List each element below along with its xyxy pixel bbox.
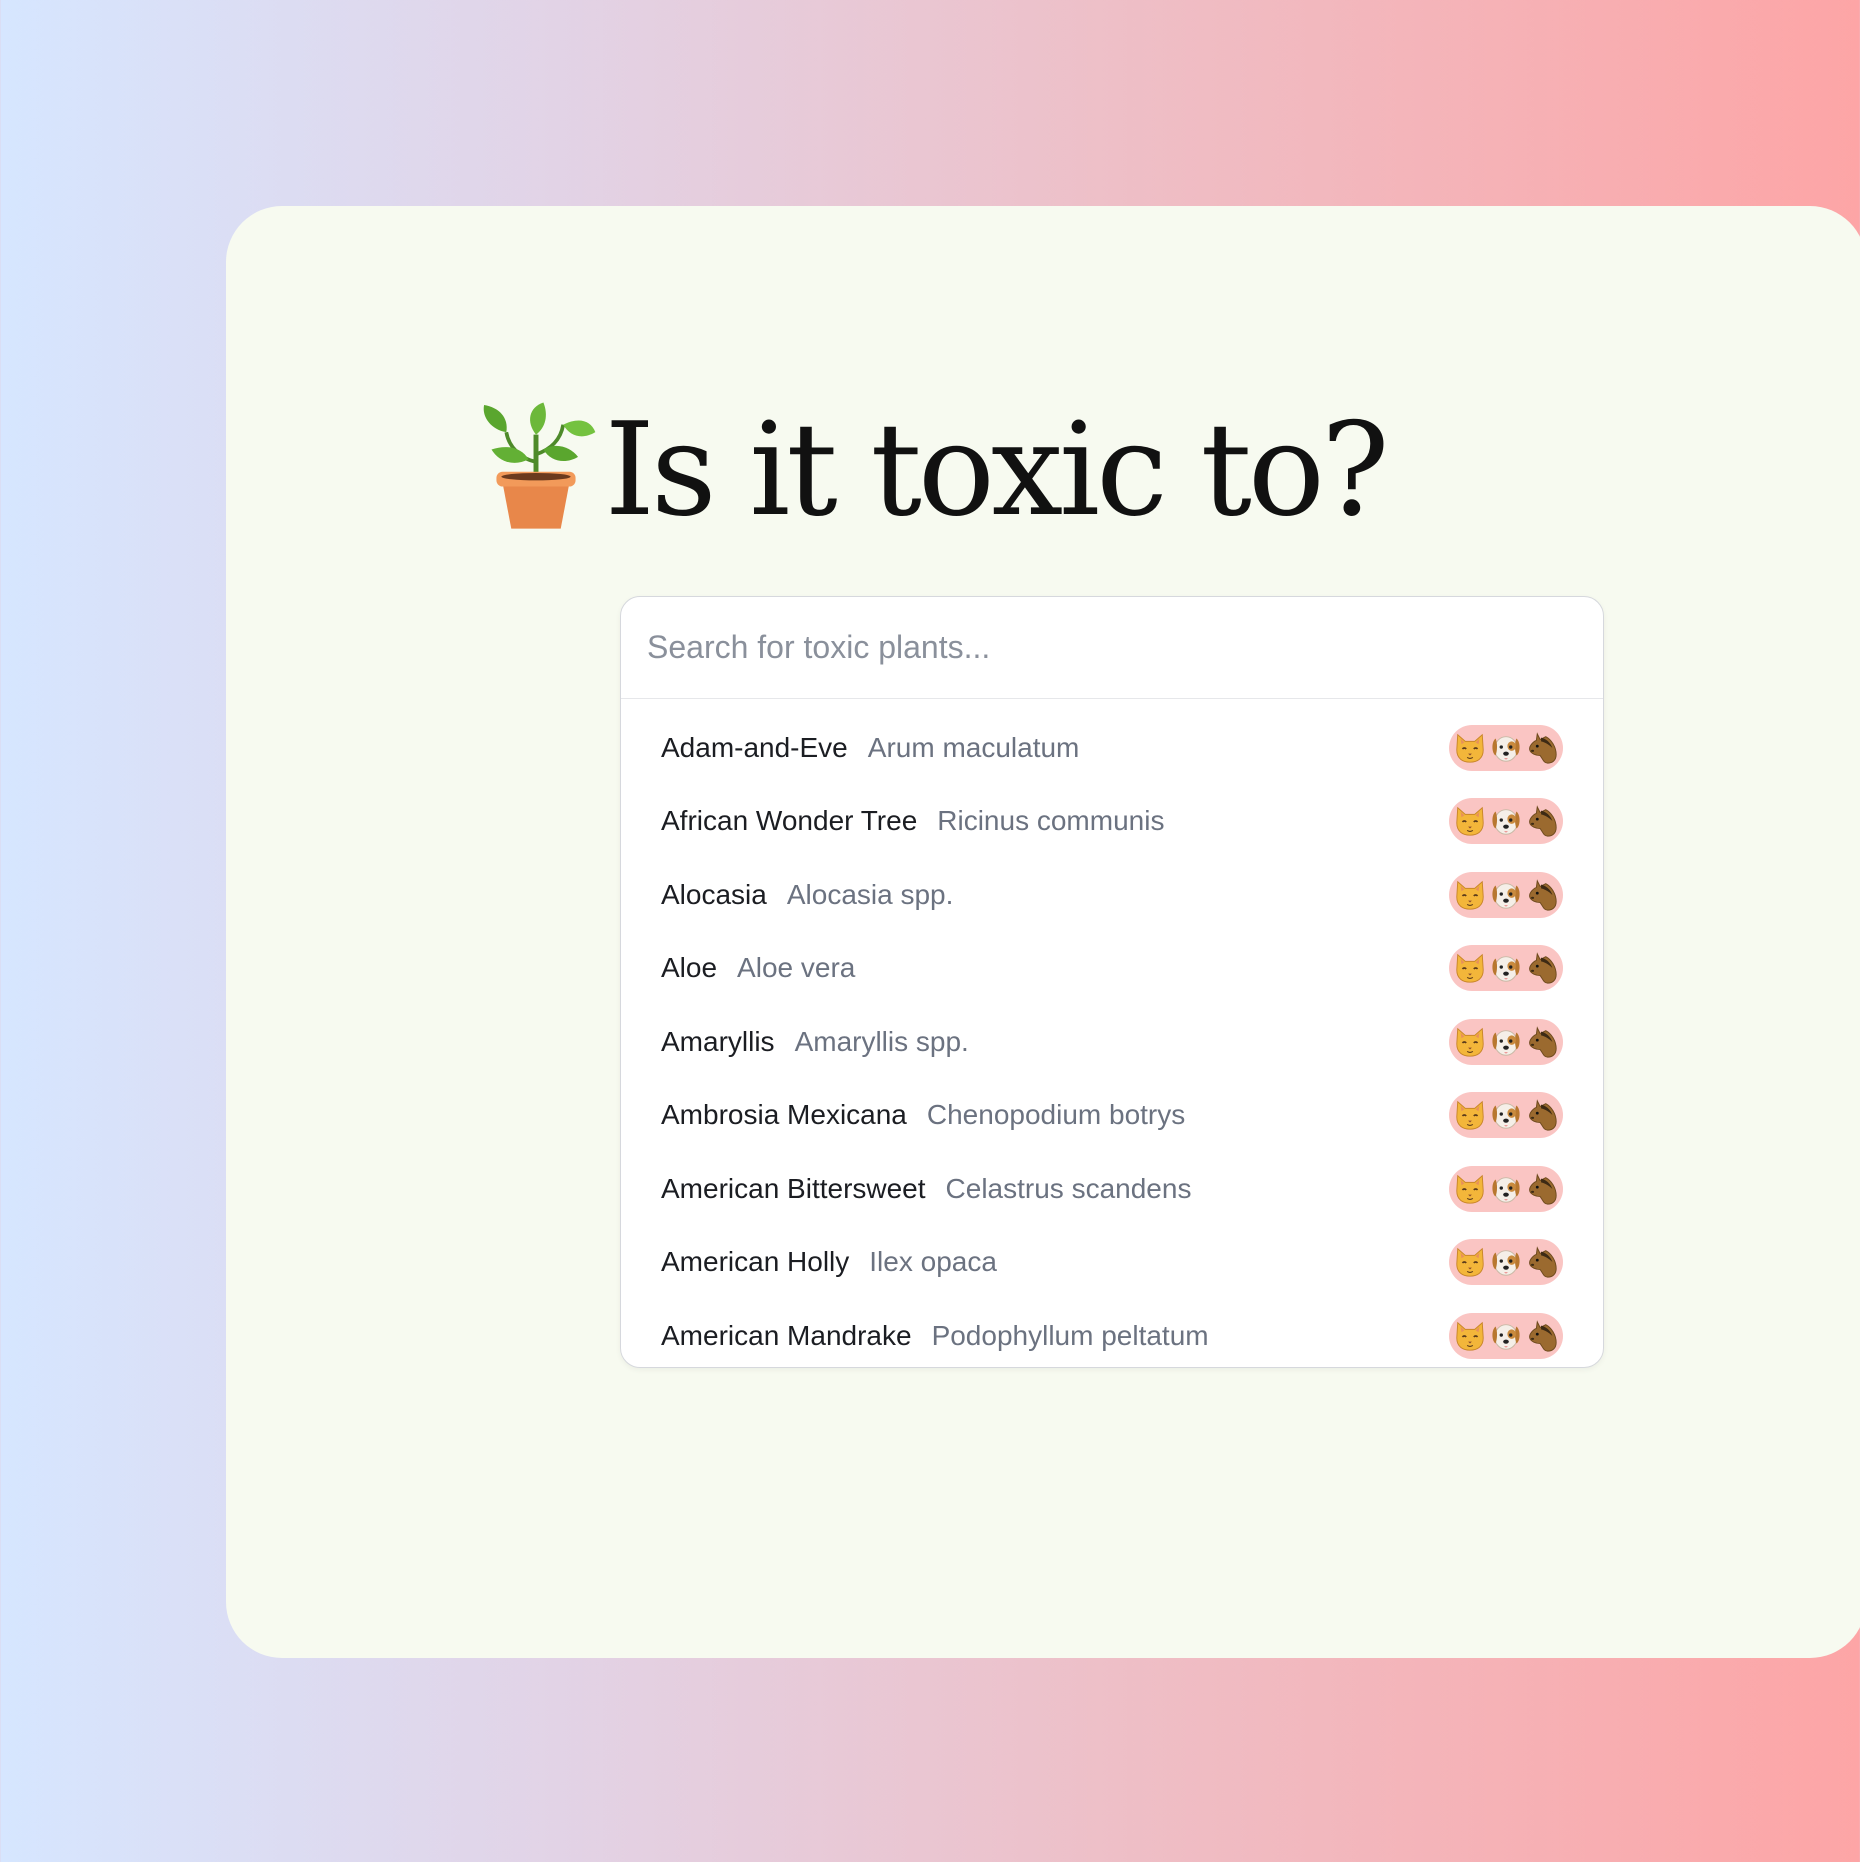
list-item[interactable]: American Mandrake Podophyllum peltatum xyxy=(621,1299,1603,1367)
list-item[interactable]: African Wonder Tree Ricinus communis xyxy=(621,785,1603,859)
scientific-name: Chenopodium botrys xyxy=(926,1099,1186,1131)
common-name: Adam-and-Eve xyxy=(661,731,848,763)
horse-face-icon xyxy=(1525,1025,1559,1059)
dog-face-icon xyxy=(1489,1245,1523,1279)
toxicity-badge xyxy=(1449,1312,1563,1359)
common-name: African Wonder Tree xyxy=(661,805,918,837)
potted-plant-icon xyxy=(484,402,596,529)
scientific-name: Arum maculatum xyxy=(867,731,1080,763)
scientific-name: Alocasia spp. xyxy=(786,878,954,910)
scientific-name: Ilex opaca xyxy=(869,1246,997,1278)
dog-face-icon xyxy=(1489,1319,1523,1353)
toxicity-badge xyxy=(1449,798,1563,845)
dog-face-icon xyxy=(1489,1025,1523,1059)
horse-face-icon xyxy=(1525,804,1559,838)
toxicity-badge xyxy=(1449,1018,1563,1065)
dog-face-icon xyxy=(1489,878,1523,912)
list-item[interactable]: Aloe Aloe vera xyxy=(621,932,1603,1006)
dog-face-icon xyxy=(1489,804,1523,838)
list-item[interactable]: Amaryllis Amaryllis spp. xyxy=(621,1005,1603,1079)
dog-face-icon xyxy=(1489,951,1523,985)
common-name: Amaryllis xyxy=(661,1025,775,1057)
common-name: Aloe xyxy=(661,952,718,984)
horse-face-icon xyxy=(1525,1319,1559,1353)
cat-face-icon xyxy=(1453,1245,1487,1279)
list-item[interactable]: Adam-and-Eve Arum maculatum xyxy=(621,711,1603,785)
dog-face-icon xyxy=(1489,1172,1523,1206)
plant-list: Adam-and-Eve Arum maculatum African Wond… xyxy=(621,699,1603,1367)
horse-face-icon xyxy=(1525,731,1559,765)
toxicity-badge xyxy=(1449,1165,1563,1212)
title-text: Is it toxic to? xyxy=(604,396,1389,545)
search-input[interactable] xyxy=(621,597,1603,699)
horse-face-icon xyxy=(1525,1172,1559,1206)
cat-face-icon xyxy=(1453,1098,1487,1132)
horse-face-icon xyxy=(1525,951,1559,985)
search-panel: Adam-and-Eve Arum maculatum African Wond… xyxy=(620,596,1604,1368)
toxicity-badge xyxy=(1449,945,1563,992)
list-item[interactable]: Alocasia Alocasia spp. xyxy=(621,858,1603,932)
list-item[interactable]: American Holly Ilex opaca xyxy=(621,1226,1603,1300)
common-name: American Holly xyxy=(661,1246,850,1278)
cat-face-icon xyxy=(1453,804,1487,838)
dog-face-icon xyxy=(1489,731,1523,765)
cat-face-icon xyxy=(1453,951,1487,985)
common-name: Alocasia xyxy=(661,878,767,910)
cat-face-icon xyxy=(1453,731,1487,765)
dog-face-icon xyxy=(1489,1098,1523,1132)
scientific-name: Aloe vera xyxy=(737,952,856,984)
horse-face-icon xyxy=(1525,1098,1559,1132)
toxicity-badge xyxy=(1449,871,1563,918)
common-name: American Bittersweet xyxy=(661,1172,926,1204)
horse-face-icon xyxy=(1525,1245,1559,1279)
toxicity-badge xyxy=(1449,724,1563,771)
scientific-name: Ricinus communis xyxy=(937,805,1165,837)
scientific-name: Celastrus scandens xyxy=(945,1172,1192,1204)
scientific-name: Amaryllis spp. xyxy=(794,1025,969,1057)
cat-face-icon xyxy=(1453,1319,1487,1353)
cat-face-icon xyxy=(1453,1025,1487,1059)
toxicity-badge xyxy=(1449,1092,1563,1139)
toxicity-badge xyxy=(1449,1239,1563,1286)
list-item[interactable]: American Bittersweet Celastrus scandens xyxy=(621,1152,1603,1226)
list-item[interactable]: Ambrosia Mexicana Chenopodium botrys xyxy=(621,1079,1603,1153)
common-name: Ambrosia Mexicana xyxy=(661,1099,907,1131)
cat-face-icon xyxy=(1453,1172,1487,1206)
scientific-name: Podophyllum peltatum xyxy=(931,1319,1209,1351)
page-title: Is it toxic to? xyxy=(0,400,1860,536)
common-name: American Mandrake xyxy=(661,1319,912,1351)
horse-face-icon xyxy=(1525,878,1559,912)
cat-face-icon xyxy=(1453,878,1487,912)
